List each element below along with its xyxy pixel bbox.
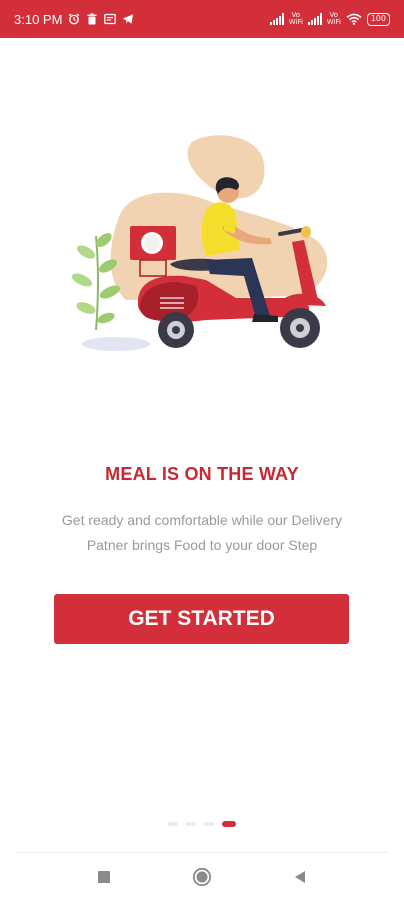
back-triangle-icon: [295, 870, 305, 883]
home-button[interactable]: [192, 867, 212, 887]
signal-icon-2: [307, 13, 322, 25]
wifi-icon: [346, 13, 362, 25]
status-bar: 3:10 PM Vo WiFi Vo WiFi 100: [0, 0, 404, 38]
page-dot-2[interactable]: [186, 822, 196, 826]
trash-icon: [87, 13, 97, 25]
page-dot-3[interactable]: [204, 822, 214, 826]
status-left: 3:10 PM: [14, 12, 134, 27]
system-navigation-bar: [0, 853, 404, 900]
recents-button[interactable]: [94, 867, 114, 887]
recents-square-icon: [98, 870, 110, 883]
telegram-icon: [123, 14, 134, 24]
home-circle-icon: [192, 867, 212, 886]
network-label-1: Vo WiFi: [288, 11, 303, 26]
onboarding-description: Get ready and comfortable while our Deli…: [61, 512, 343, 553]
alarm-icon: [69, 13, 80, 25]
message-icon: [104, 13, 117, 25]
back-button[interactable]: [290, 867, 310, 887]
page-indicator: [0, 821, 404, 827]
page-dot-1[interactable]: [168, 822, 178, 826]
page-dot-4-active[interactable]: [222, 821, 236, 827]
onboarding-title: MEAL IS ON THE WAY: [105, 464, 299, 484]
notification-icons: [68, 13, 134, 25]
network-label-2: Vo WiFi: [326, 11, 341, 26]
delivery-scooter-illustration: [71, 135, 328, 351]
get-started-button[interactable]: GET STARTED: [54, 594, 349, 644]
signal-icon: [269, 13, 284, 25]
status-time: 3:10 PM: [14, 11, 63, 27]
status-right: Vo WiFi Vo WiFi 100: [269, 11, 390, 26]
battery-icon: 100: [366, 12, 390, 26]
